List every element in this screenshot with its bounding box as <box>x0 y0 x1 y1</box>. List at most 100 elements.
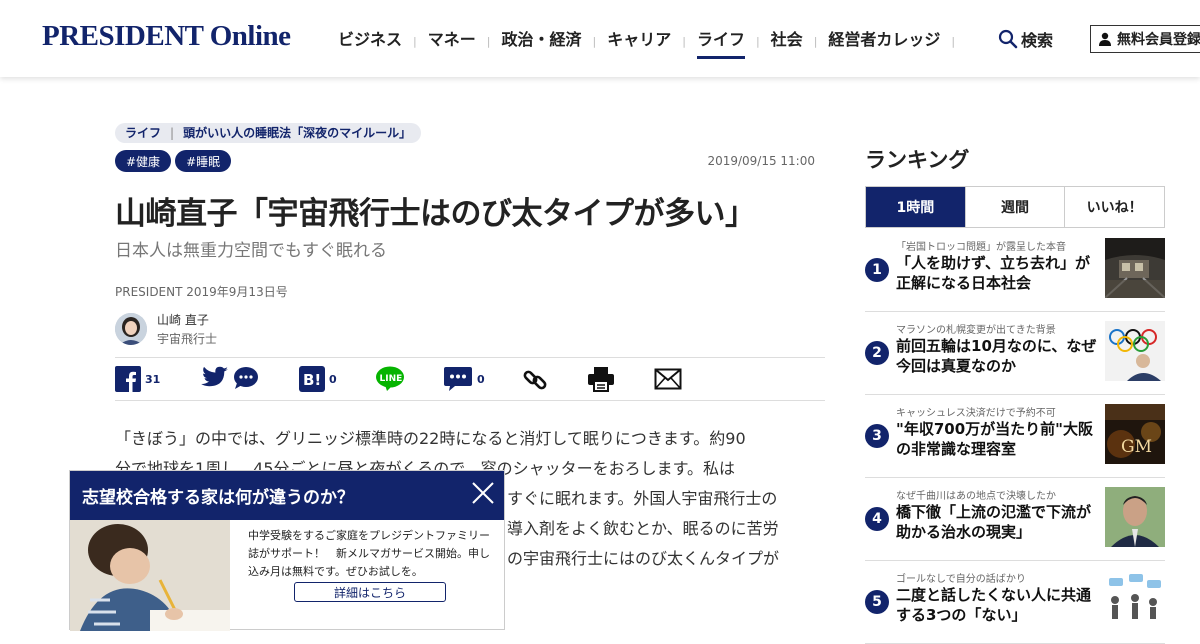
tab-1-hour[interactable]: 1時間 <box>866 187 965 227</box>
hatena-bookmark-icon: B! <box>299 366 325 392</box>
rank-thumbnail[interactable] <box>1105 570 1165 630</box>
close-icon[interactable] <box>470 480 496 506</box>
rank-kicker: キャッシュレス決済だけで予約不可 <box>896 408 1056 419</box>
rank-headline[interactable]: 前回五輪は10月なのに、なぜ今回は真夏なのか <box>896 336 1102 376</box>
rank-headline[interactable]: "年収700万が当たり前"大阪の非常識な理容室 <box>896 419 1102 459</box>
rank-thumbnail[interactable] <box>1105 238 1165 298</box>
breadcrumb: ライフ | 頭がいい人の睡眠法「深夜のマイルール」 <box>115 122 422 143</box>
svg-text:LINE: LINE <box>380 374 403 384</box>
nav-business[interactable]: ビジネス <box>338 26 402 56</box>
nav-politics-economy[interactable]: 政治・経済 <box>501 26 581 56</box>
ranking-item[interactable]: 2 マラソンの札幌変更が出てきた背景 前回五輪は10月なのに、なぜ今回は真夏なの… <box>865 311 1165 395</box>
register-label: 無料会員登録 <box>1117 32 1200 48</box>
article: ライフ | 頭がいい人の睡眠法「深夜のマイルール」 #健康 #睡眠 2019/0… <box>115 122 825 568</box>
rank-thumbnail[interactable] <box>1105 487 1165 547</box>
nav-money[interactable]: マネー <box>428 26 476 56</box>
line-icon: LINE <box>376 366 404 391</box>
rank-thumbnail[interactable] <box>1105 321 1165 381</box>
portrait-photo <box>1105 487 1165 547</box>
promo-title: 志望校合格する家は何が違うのか？ <box>82 488 354 508</box>
rank-kicker: 「岩国トロッコ問題」が露呈した本音 <box>896 242 1066 253</box>
tag-sleep[interactable]: #睡眠 <box>175 150 232 172</box>
trolley-photo <box>1105 238 1165 298</box>
publish-date: 2019/09/15 11:00 <box>707 154 815 168</box>
article-title: 山崎直子「宇宙飛行士はのび太タイプが多い」 <box>115 196 756 232</box>
nav-separator: | <box>486 34 491 48</box>
ranking-item[interactable]: 3 キャッシュレス決済だけで予約不可 "年収700万が当たり前"大阪の非常識な理… <box>865 394 1165 478</box>
svg-text:B!: B! <box>303 371 321 389</box>
studying-child-photo <box>70 520 230 631</box>
comment-count: 0 <box>477 372 485 386</box>
olympic-photo <box>1105 321 1165 381</box>
reply-bubble-icon <box>234 367 258 389</box>
author-name[interactable]: 山崎 直子 <box>157 311 217 328</box>
hatena-count: 0 <box>329 372 337 386</box>
rank-headline[interactable]: 橋下徹「上流の氾濫で下流が助かる治水の現実」 <box>896 502 1102 542</box>
rank-kicker: なぜ千曲川はあの地点で決壊したか <box>896 491 1056 502</box>
tag-list: #健康 #睡眠 <box>115 150 235 172</box>
search-button[interactable]: 検索 <box>998 27 1053 51</box>
rank-headline[interactable]: 「人を助けず、立ち去れ」が正解になる日本社会 <box>896 253 1102 293</box>
newsletter-promo: 志望校合格する家は何が違うのか？ 中学受験をするご家庭をプレジデントファミリー誌… <box>69 470 505 631</box>
register-button[interactable]: 無料会員登録 <box>1090 25 1200 53</box>
rank-kicker: マラソンの札幌変更が出てきた背景 <box>896 325 1056 336</box>
rank-kicker: ゴールなしで自分の話ばかり <box>896 574 1026 585</box>
nav-executive-college[interactable]: 経営者カレッジ <box>828 26 940 56</box>
nav-society[interactable]: 社会 <box>771 26 803 56</box>
print-icon <box>588 367 614 392</box>
user-icon <box>1099 32 1111 46</box>
ranking-item[interactable]: 4 なぜ千曲川はあの地点で決壊したか 橋下徹「上流の氾濫で下流が助かる治水の現実… <box>865 477 1165 561</box>
ranking-tabs: 1時間 週間 いいね！ <box>865 186 1165 228</box>
facebook-share-button[interactable]: 31 <box>115 366 160 392</box>
nav-separator: | <box>951 34 956 48</box>
ranking-item[interactable]: 1 「岩国トロッコ問題」が露呈した本音 「人を助けず、立ち去れ」が正解になる日本… <box>865 228 1165 312</box>
search-label: 検索 <box>1021 31 1054 50</box>
hatena-bookmark-button[interactable]: B! 0 <box>299 366 337 392</box>
rank-number: 1 <box>865 258 889 282</box>
nav-separator: | <box>755 34 760 48</box>
article-source: PRESIDENT 2019年9月13日号 <box>115 285 288 299</box>
promo-header: 志望校合格する家は何が違うのか？ <box>70 471 504 520</box>
rank-number: 5 <box>865 590 889 614</box>
promo-image <box>70 520 230 631</box>
rank-headline[interactable]: 二度と話したくない人に共通する3つの「ない」 <box>896 585 1102 625</box>
twitter-share-button[interactable] <box>201 366 259 390</box>
rank-number: 4 <box>865 507 889 531</box>
mail-icon <box>654 368 682 390</box>
author-role: 宇宙飛行士 <box>157 332 218 346</box>
email-share-button[interactable] <box>654 368 682 390</box>
rank-thumbnail[interactable]: GM <box>1105 404 1165 464</box>
breadcrumb-category[interactable]: ライフ <box>125 124 161 141</box>
copy-link-button[interactable] <box>521 366 549 394</box>
promo-details-button[interactable]: 詳細はこちら <box>294 582 446 602</box>
nav-separator: | <box>682 34 686 48</box>
ranking-sidebar: ランキング 1時間 週間 いいね！ 1 「岩国トロッコ問題」が露呈した本音 「人… <box>865 144 1165 644</box>
speech-bubbles-illustration <box>1105 570 1165 630</box>
svg-text:GM: GM <box>1121 437 1152 457</box>
body-line: 「きぼう」の中では、グリニッジ標準時の22時になると消灯して眠りにつきます。約9… <box>115 429 746 448</box>
comment-button[interactable]: 0 <box>443 366 485 392</box>
link-icon <box>523 370 547 390</box>
site-header: PRESIDENT Online ビジネス | マネー | 政治・経済 | キャリア |… <box>0 0 1200 77</box>
barber-shop-photo: GM <box>1105 404 1165 464</box>
nav-life[interactable]: ライフ <box>696 26 745 59</box>
nav-career[interactable]: キャリア <box>607 26 671 56</box>
rank-number: 2 <box>865 341 889 365</box>
site-logo[interactable]: PRESIDENT Online <box>42 20 291 53</box>
print-button[interactable] <box>587 366 615 392</box>
facebook-icon <box>115 366 141 392</box>
tag-health[interactable]: #健康 <box>115 150 172 172</box>
rank-number: 3 <box>865 424 889 448</box>
breadcrumb-separator: | <box>170 125 175 140</box>
ranking-item[interactable]: 5 ゴールなしで自分の話ばかり 二度と話したくない人に共通する3つの「ない」 <box>865 560 1165 644</box>
nav-separator: | <box>413 34 417 48</box>
author-block: 山崎 直子 宇宙飛行士 <box>115 311 217 347</box>
breadcrumb-series[interactable]: 頭がいい人の睡眠法「深夜のマイルール」 <box>183 124 411 141</box>
promo-description: 中学受験をするご家庭をプレジデントファミリー誌がサポート！ 新メルマガサービス開… <box>248 529 490 578</box>
avatar[interactable] <box>115 313 147 345</box>
line-share-button[interactable]: LINE <box>375 366 405 392</box>
main-nav: ビジネス | マネー | 政治・経済 | キャリア | ライフ | 社会 | 経営者カレッジ… <box>338 26 966 59</box>
tab-likes[interactable]: いいね！ <box>1064 187 1164 227</box>
nav-separator: | <box>592 34 597 48</box>
tab-weekly[interactable]: 週間 <box>964 187 1065 227</box>
